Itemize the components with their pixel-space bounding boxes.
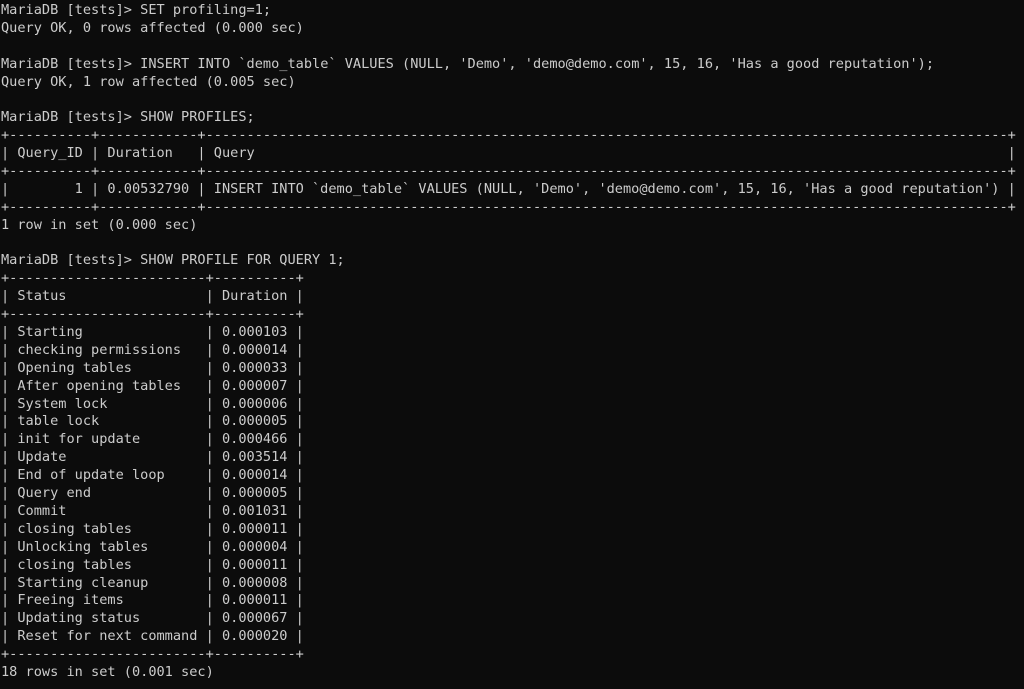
- terminal-output[interactable]: MariaDB [tests]> SET profiling=1; Query O…: [1, 2, 1016, 682]
- table-row: | 1 | 0.00532790 | INSERT INTO `demo_tab…: [1, 180, 1016, 197]
- table-row: | Starting cleanup | 0.000008 |: [1, 574, 304, 591]
- table-row: | System lock | 0.000006 |: [1, 395, 304, 412]
- prompt: MariaDB [tests]>: [1, 55, 141, 72]
- command-text: SHOW PROFILE FOR QUERY 1;: [140, 252, 345, 269]
- table-row: | Update | 0.003514 |: [1, 449, 304, 466]
- prompt: MariaDB [tests]>: [1, 2, 141, 18]
- table-row: | Starting | 0.000103 |: [1, 324, 304, 341]
- table-row: | table lock | 0.000005 |: [1, 413, 304, 430]
- table-row: | Updating status | 0.000067 |: [1, 610, 304, 627]
- result-line: Query OK, 0 rows affected (0.000 sec): [1, 19, 304, 36]
- table-row: | closing tables | 0.000011 |: [1, 520, 304, 537]
- table-row: | checking permissions | 0.000014 |: [1, 341, 304, 358]
- command-text: SHOW PROFILES;: [140, 109, 255, 126]
- table-border: +----------+------------+---------------…: [1, 163, 1016, 180]
- result-line: 1 row in set (0.000 sec): [1, 216, 198, 233]
- table-row: | After opening tables | 0.000007 |: [1, 377, 304, 394]
- table-border: +----------+------------+---------------…: [1, 127, 1016, 144]
- table-row: | closing tables | 0.000011 |: [1, 556, 304, 573]
- table-row: | Commit | 0.001031 |: [1, 502, 304, 519]
- prompt: MariaDB [tests]>: [1, 109, 141, 126]
- table-row: | Reset for next command | 0.000020 |: [1, 628, 304, 645]
- command-line: MariaDB [tests]> SHOW PROFILES;: [1, 109, 1016, 127]
- table-border: +----------+------------+---------------…: [1, 198, 1016, 215]
- table-border: +------------------------+----------+: [1, 270, 304, 287]
- table-border: +------------------------+----------+: [1, 646, 304, 663]
- table-header-row: | Query_ID | Duration | Query |: [1, 145, 1016, 162]
- result-line: Query OK, 1 row affected (0.005 sec): [1, 73, 296, 90]
- table-row: | End of update loop | 0.000014 |: [1, 467, 304, 484]
- table-row: | Unlocking tables | 0.000004 |: [1, 538, 304, 555]
- table-row: | Query end | 0.000005 |: [1, 485, 304, 502]
- result-line: 18 rows in set (0.001 sec): [1, 663, 214, 680]
- prompt: MariaDB [tests]>: [1, 252, 141, 269]
- table-row: | Opening tables | 0.000033 |: [1, 359, 304, 376]
- table-header-row: | Status | Duration |: [1, 288, 304, 305]
- command-text: INSERT INTO `demo_table` VALUES (NULL, '…: [140, 55, 935, 72]
- command-text: SET profiling=1;: [140, 2, 272, 18]
- command-line: MariaDB [tests]> SHOW PROFILE FOR QUERY …: [1, 252, 1016, 270]
- command-line: MariaDB [tests]> SET profiling=1;: [1, 2, 1016, 20]
- table-row: | init for update | 0.000466 |: [1, 431, 304, 448]
- command-line: MariaDB [tests]> INSERT INTO `demo_table…: [1, 56, 1016, 74]
- table-row: | Freeing items | 0.000011 |: [1, 592, 304, 609]
- table-border: +------------------------+----------+: [1, 306, 304, 323]
